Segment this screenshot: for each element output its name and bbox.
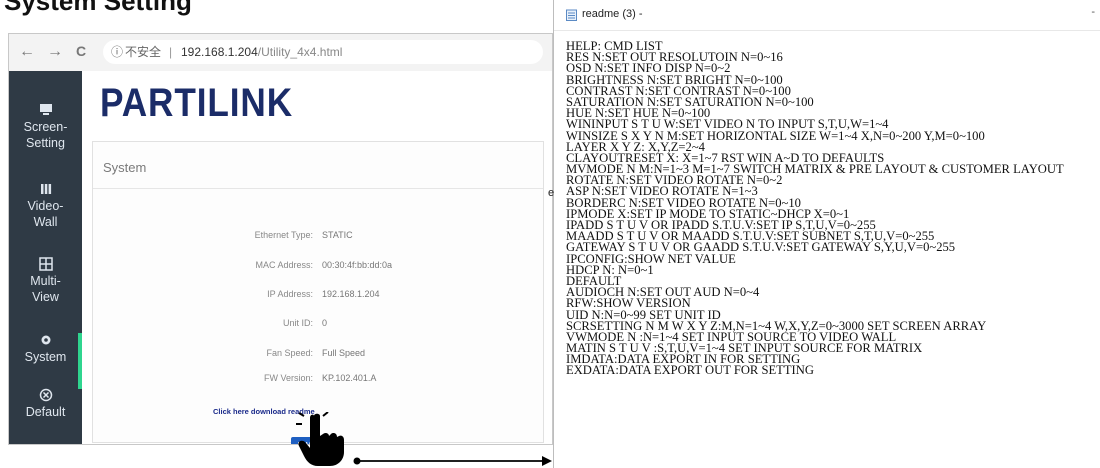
- field-value: 192.168.1.204: [322, 289, 380, 299]
- brand-logo: PARTILINK: [100, 81, 294, 125]
- field-value: STATIC: [322, 230, 353, 240]
- info-icon[interactable]: ⓘ: [111, 40, 123, 64]
- sidebar-item-multi-view[interactable]: Multi- View: [9, 257, 82, 305]
- url-text: 192.168.1.204/Utility_4x4.html: [181, 40, 342, 64]
- panel-title: System: [103, 160, 147, 175]
- sidebar-item-screen-setting[interactable]: Screen- Setting: [9, 103, 82, 151]
- field-label: FW Version:: [263, 373, 313, 383]
- gear-icon: [41, 335, 50, 345]
- video-wall-icon: [40, 184, 51, 194]
- text-line: EXDATA:DATA EXPORT OUT FOR SETTING: [566, 363, 814, 378]
- reset-icon: [39, 388, 52, 402]
- sidebar-item-label: Screen- Setting: [23, 120, 68, 150]
- field-label: Unit ID:: [282, 318, 313, 328]
- background-text-fragment: e: [548, 187, 555, 199]
- field-value: KP.102.401.A: [322, 373, 377, 383]
- notepad-titlebar: readme (3) - -: [554, 0, 1100, 31]
- sidebar-item-video-wall[interactable]: Video- Wall: [9, 182, 82, 230]
- notepad-title: readme (3) -: [582, 8, 643, 20]
- url-field[interactable]: ⓘ 不安全 | 192.168.1.204/Utility_4x4.html: [103, 40, 543, 64]
- notepad-window: readme (3) - - HELP: CMD LIST RES N:SET O…: [553, 0, 1100, 468]
- sidebar-item-label: Multi- View: [30, 274, 61, 304]
- sidebar-item-label: Default: [25, 405, 66, 419]
- minimize-button[interactable]: -: [1091, 6, 1095, 18]
- reload-button[interactable]: C: [73, 43, 89, 59]
- field-label: Fan Speed:: [266, 348, 313, 358]
- notepad-icon: [566, 9, 577, 21]
- sidebar-item-default[interactable]: Default: [9, 388, 82, 420]
- notepad-text[interactable]: HELP: CMD LIST RES N:SET OUT RESOLUTOIN N…: [566, 40, 1096, 378]
- page-heading: System Setting: [4, 0, 192, 16]
- main-content: PARTILINK System Ethernet Type: STATIC M…: [82, 71, 552, 444]
- field-label: Ethernet Type:: [254, 230, 313, 240]
- pointer-arrow-icon: [353, 456, 552, 466]
- url-path: /Utility_4x4.html: [257, 45, 343, 59]
- field-value: 0: [322, 318, 328, 328]
- address-bar: ← → C ⓘ 不安全 | 192.168.1.204/Utility_4x4.…: [9, 34, 552, 72]
- url-host: 192.168.1.204: [181, 45, 258, 59]
- back-button[interactable]: ←: [19, 43, 35, 61]
- sidebar-item-label: Video- Wall: [27, 199, 64, 229]
- insecure-label: 不安全: [125, 45, 162, 59]
- monitor-icon: [39, 104, 52, 115]
- sidebar: Screen- Setting Video- Wall Multi- View …: [9, 71, 82, 444]
- hand-pointer-icon: [296, 412, 344, 466]
- field-value: Full Speed: [322, 348, 366, 358]
- sidebar-item-system[interactable]: System: [9, 333, 82, 389]
- url-separator: |: [169, 45, 173, 59]
- browser-window: ← → C ⓘ 不安全 | 192.168.1.204/Utility_4x4.…: [8, 33, 553, 445]
- panel-divider: [93, 188, 543, 189]
- multiview-icon: [38, 257, 53, 271]
- forward-button[interactable]: →: [47, 43, 63, 61]
- field-label: IP Address:: [267, 289, 313, 299]
- field-value: 00:30:4f:bb:dd:0a: [322, 260, 393, 270]
- field-label: MAC Address:: [255, 260, 313, 270]
- sidebar-item-label: System: [24, 350, 67, 364]
- system-panel: System Ethernet Type: STATIC MAC Address…: [92, 141, 544, 443]
- text-line: HDCP N: N=0~1: [566, 262, 654, 277]
